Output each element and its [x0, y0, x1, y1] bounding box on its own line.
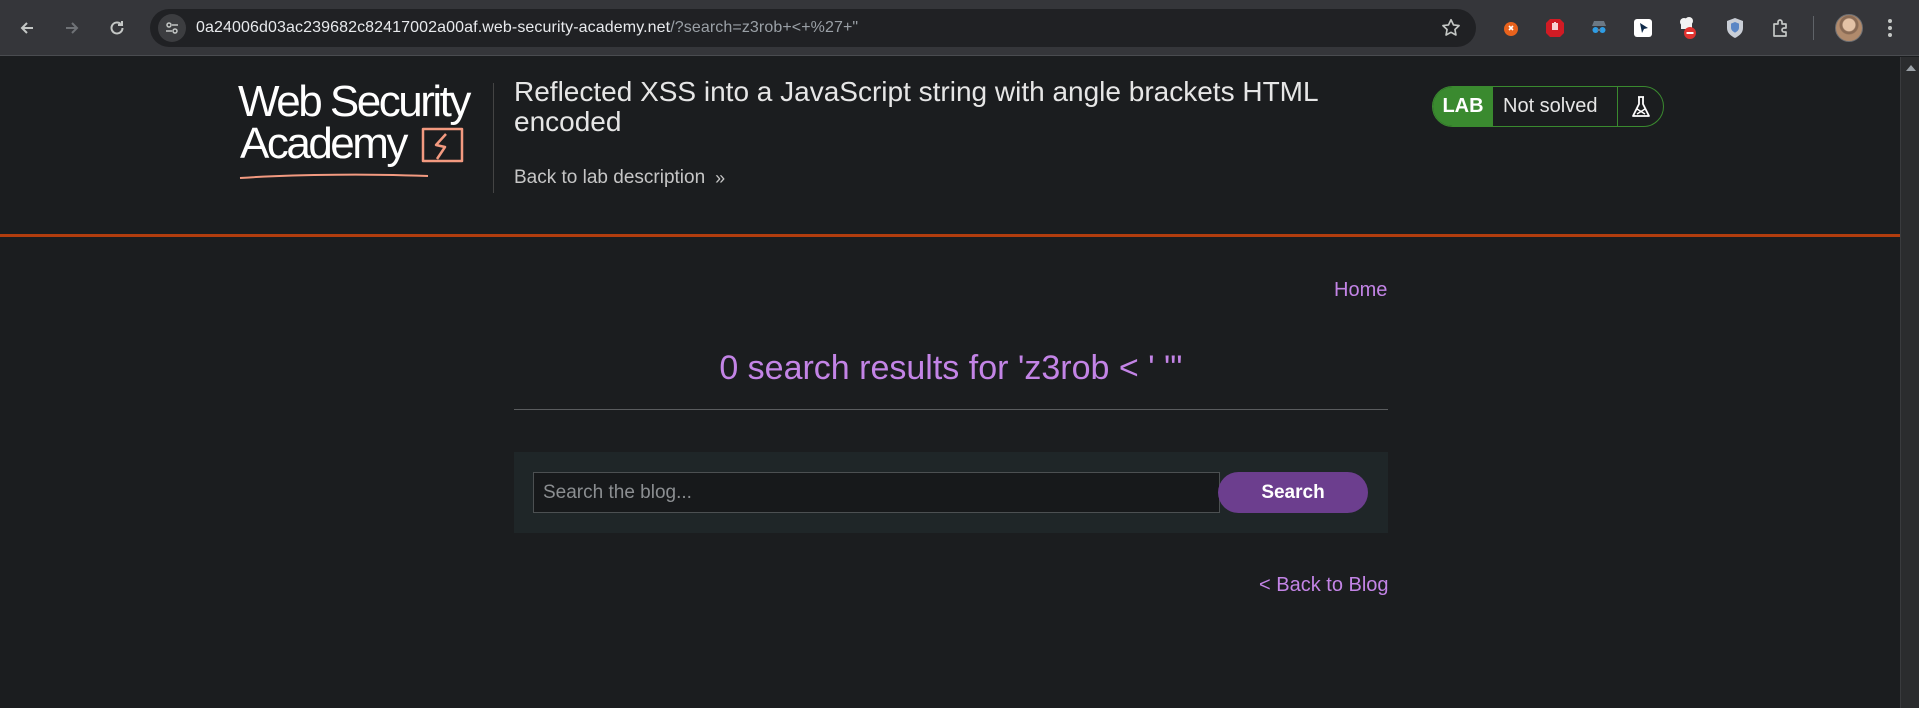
tune-icon[interactable]	[158, 14, 186, 42]
flask-icon[interactable]	[1617, 87, 1663, 126]
url-text[interactable]: 0a24006d03ac239682c82417002a00af.web-sec…	[196, 19, 858, 37]
arrow-left-icon	[20, 22, 33, 34]
forward-button[interactable]	[56, 12, 88, 44]
results-heading: 0 search results for 'z3rob < ' "'	[719, 349, 1183, 387]
logo-bolt-icon	[421, 127, 464, 163]
ublock-icon[interactable]	[1542, 15, 1568, 41]
spy-extension-icon[interactable]	[1586, 15, 1612, 41]
toolbar-separator	[1813, 16, 1814, 40]
header-divider	[493, 83, 494, 193]
academy-logo[interactable]: Web Security Academy	[238, 77, 488, 179]
double-chevron-right-icon: »	[715, 167, 726, 188]
logo-swoosh-icon	[239, 173, 429, 179]
chef-extension-icon[interactable]	[1674, 15, 1700, 41]
lab-header: Web Security Academy Reflected XSS into …	[0, 57, 1900, 237]
kebab-menu-icon[interactable]	[1883, 16, 1897, 40]
shield-extension-icon[interactable]	[1722, 15, 1748, 41]
reload-button[interactable]	[101, 12, 133, 44]
burp-extension-icon[interactable]	[1498, 15, 1524, 41]
search-button[interactable]: Search	[1218, 472, 1368, 513]
back-to-lab-description-label: Back to lab description	[514, 167, 706, 188]
logo-line2: Academy	[240, 119, 408, 168]
reload-icon	[110, 21, 124, 35]
home-link[interactable]: Home	[1334, 279, 1387, 302]
back-to-lab-description-link[interactable]: Back to lab description »	[514, 167, 725, 189]
back-to-blog-link[interactable]: < Back to Blog	[1259, 574, 1389, 597]
browser-toolbar: 0a24006d03ac239682c82417002a00af.web-sec…	[0, 0, 1919, 56]
star-icon[interactable]	[1440, 17, 1462, 39]
divider	[514, 409, 1388, 410]
puzzle-icon[interactable]	[1768, 15, 1794, 41]
url-host: 0a24006d03ac239682c82417002a00af.web-sec…	[196, 19, 671, 36]
cursor-extension-icon[interactable]	[1630, 15, 1656, 41]
lab-status-text: Not solved	[1503, 95, 1598, 117]
lab-title: Reflected XSS into a JavaScript string w…	[514, 76, 1318, 137]
scroll-up-icon[interactable]	[1906, 65, 1916, 71]
search-input[interactable]	[533, 472, 1220, 513]
url-path: /?search=z3rob+<+%27+"	[670, 19, 859, 36]
search-panel: Search	[514, 452, 1388, 533]
scrollbar[interactable]	[1900, 57, 1919, 708]
avatar[interactable]	[1835, 14, 1863, 42]
arrow-right-icon	[66, 22, 79, 34]
lab-status-widget: LAB Not solved	[1432, 86, 1664, 127]
back-button[interactable]	[11, 12, 43, 44]
lab-badge: LAB	[1433, 87, 1493, 126]
page-viewport: Web Security Academy Reflected XSS into …	[0, 57, 1900, 708]
address-bar[interactable]: 0a24006d03ac239682c82417002a00af.web-sec…	[150, 9, 1476, 47]
